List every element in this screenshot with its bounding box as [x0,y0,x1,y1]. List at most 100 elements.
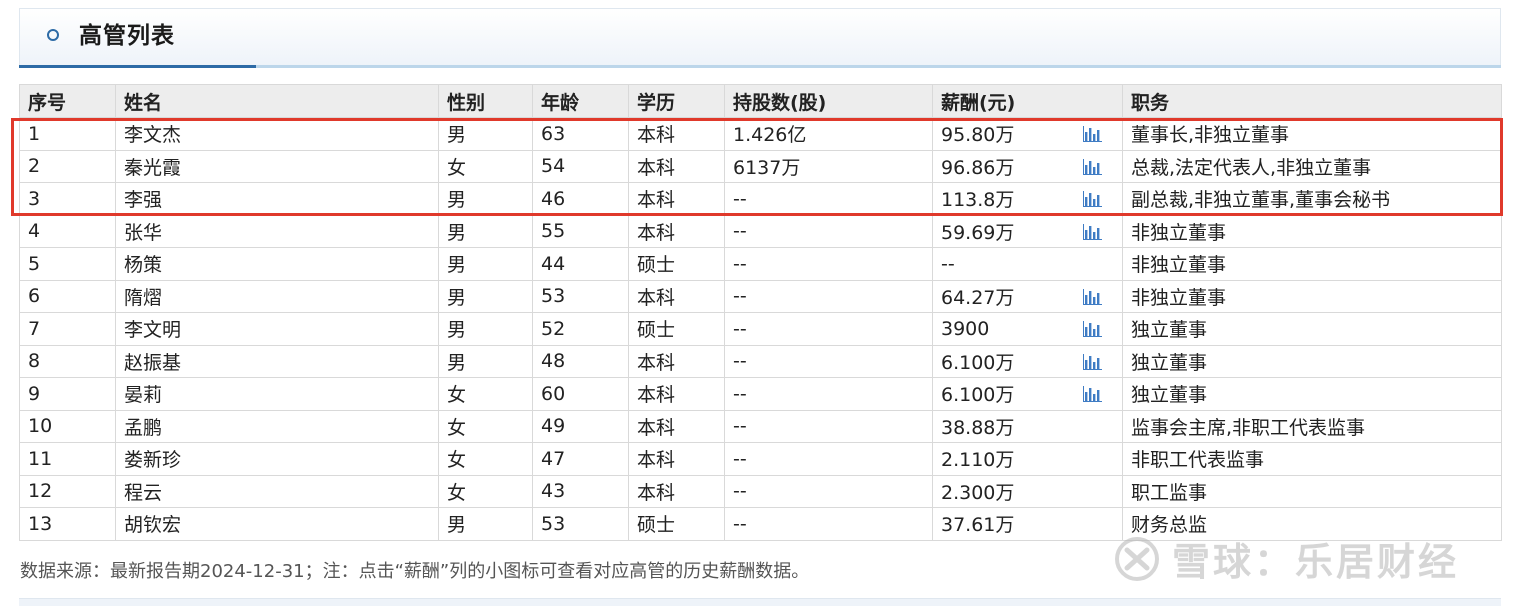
cell-gender-text: 女 [447,416,467,439]
cell-education-text: 硕士 [637,254,676,277]
cell-education-text: 本科 [637,156,676,179]
cell-age: 46 [532,182,629,216]
table-row: 8 赵振基 男 48 本科 -- 6.100万 独立董事 [19,344,1502,378]
cell-age-text: 44 [541,252,566,275]
cell-gender-text: 男 [447,351,467,374]
cell-no: 5 [19,247,116,281]
cell-salary: 113.8万 [932,182,1123,216]
cell-gender: 男 [438,344,533,378]
cell-salary: 6.100万 [932,377,1123,411]
cell-shares: -- [724,409,933,443]
cell-education: 硕士 [628,312,725,346]
watermark-text: 雪球：乐居财经 [1172,540,1460,584]
cell-gender-text: 男 [447,254,467,277]
bar-chart-icon[interactable] [1083,126,1102,142]
bar-chart-icon[interactable] [1083,158,1102,175]
cell-salary-text: 6.100万 [941,351,1015,374]
header-gender: 性别 [438,84,533,118]
cell-shares-text: -- [733,350,747,373]
cell-shares-text: -- [733,187,747,210]
cell-no: 9 [19,377,116,411]
bar-chart-icon[interactable] [1083,288,1102,305]
bar-chart-icon[interactable] [1083,353,1102,370]
cell-name: 胡钦宏 [115,507,439,541]
cell-age: 53 [532,279,629,313]
cell-shares: 1.426亿 [724,117,933,151]
cell-shares-text: 1.426亿 [733,124,807,147]
cell-shares: -- [724,312,933,346]
bar-chart-icon[interactable] [1083,223,1102,240]
cell-salary-text: 59.69万 [941,221,1015,244]
cell-position-text: 独立董事 [1131,351,1208,374]
cell-position-text: 董事长,非独立董事 [1131,124,1290,147]
cell-gender: 女 [438,149,533,183]
cell-position: 非独立董事 [1122,279,1502,313]
cell-shares-text: -- [733,285,747,308]
cell-position: 独立董事 [1122,344,1502,378]
cell-education-text: 本科 [637,189,676,212]
cell-gender: 女 [438,377,533,411]
header-no: 序号 [19,84,116,118]
cell-age: 48 [532,344,629,378]
cell-age-text: 63 [541,122,566,145]
cell-name: 隋熠 [115,279,439,313]
cell-name-text: 李文杰 [124,124,182,147]
circle-icon [47,29,59,41]
bar-chart-icon[interactable] [1083,321,1102,337]
cell-name: 李强 [115,182,439,216]
cell-education: 本科 [628,149,725,183]
cell-shares-text: -- [733,480,747,503]
table-row: 12 程云 女 43 本科 -- 2.300万 职工监事 [19,474,1502,508]
cell-age: 55 [532,214,629,248]
cell-education: 本科 [628,474,725,508]
cell-position: 董事长,非独立董事 [1122,117,1502,151]
table-row: 11 娄新珍 女 47 本科 -- 2.110万 非职工代表监事 [19,442,1502,476]
table-row: 6 隋熠 男 53 本科 -- 64.27万 非独立董事 [19,279,1502,313]
cell-no-text: 8 [28,350,41,373]
cell-no-text: 13 [28,512,53,535]
cell-position-text: 副总裁,非独立董事,董事会秘书 [1131,189,1391,212]
cell-no-text: 7 [28,317,41,340]
cell-gender-text: 男 [447,124,467,147]
cell-salary: -- [932,247,1123,281]
cell-gender-text: 女 [447,156,467,179]
cell-no: 11 [19,442,116,476]
cell-no: 12 [19,474,116,508]
cell-shares-text: -- [733,382,747,405]
cell-name-text: 胡钦宏 [124,514,182,537]
header-name: 姓名 [115,84,439,118]
bar-chart-icon[interactable] [1083,386,1102,402]
cell-name-text: 李文明 [124,319,182,342]
cell-age-text: 55 [541,220,566,243]
cell-shares-text: -- [733,317,747,340]
cell-shares-text: -- [733,415,747,438]
snowball-logo-icon [1115,536,1159,581]
cell-age: 54 [532,149,629,183]
cell-position-text: 监事会主席,非职工代表监事 [1131,416,1366,439]
cell-education-text: 硕士 [637,319,676,342]
cell-salary-text: -- [941,252,955,275]
header-shares: 持股数(股) [724,84,933,118]
cell-no-text: 6 [28,285,41,308]
cell-shares-text: -- [733,220,747,243]
header-divider-accent [19,65,256,68]
cell-shares: -- [724,344,933,378]
cell-gender: 男 [438,279,533,313]
cell-education-text: 本科 [637,124,676,147]
table-row: 1 李文杰 男 63 本科 1.426亿 95.80万 董事长,非独立董事 [19,117,1502,151]
table-row: 4 张华 男 55 本科 -- 59.69万 非独立董事 [19,214,1502,248]
cell-age-text: 53 [541,512,566,535]
cell-no: 6 [19,279,116,313]
cell-no: 3 [19,182,116,216]
cell-name: 娄新珍 [115,442,439,476]
cell-name-text: 娄新珍 [124,449,182,472]
cell-name: 杨策 [115,247,439,281]
cell-no: 2 [19,149,116,183]
bar-chart-icon[interactable] [1083,191,1102,207]
section-title: 高管列表 [79,23,175,49]
cell-position-text: 非独立董事 [1131,221,1227,244]
cell-education: 本科 [628,214,725,248]
cell-age: 53 [532,507,629,541]
cell-gender-text: 女 [447,449,467,472]
cell-education-text: 本科 [637,481,676,504]
